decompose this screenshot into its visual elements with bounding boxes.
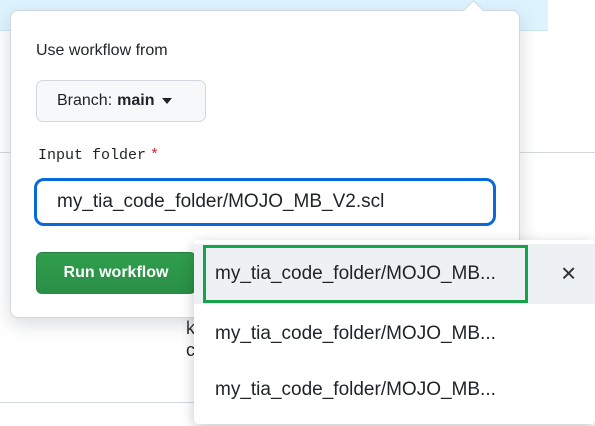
autocomplete-item[interactable]: my_tia_code_folder/MOJO_MB... — [194, 304, 595, 364]
screen: k c Use workflow from Branch: main Input… — [0, 0, 595, 426]
autocomplete-dropdown: my_tia_code_folder/MOJO_MB... ✕ my_tia_c… — [194, 240, 595, 424]
required-marker: * — [150, 147, 160, 164]
autocomplete-item-label: my_tia_code_folder/MOJO_MB... — [215, 323, 496, 344]
input-folder-label: Input folder * — [38, 147, 159, 164]
close-icon[interactable]: ✕ — [560, 262, 577, 287]
input-folder-field[interactable] — [34, 178, 496, 226]
run-workflow-button[interactable]: Run workflow — [36, 252, 196, 294]
branch-name: main — [117, 92, 155, 109]
branch-prefix-label: Branch: — [57, 92, 113, 109]
use-workflow-label: Use workflow from — [36, 42, 168, 59]
triangle-down-icon — [162, 98, 173, 104]
input-folder-label-text: Input folder — [38, 147, 147, 164]
autocomplete-item-label: my_tia_code_folder/MOJO_MB... — [215, 263, 496, 284]
autocomplete-item[interactable]: my_tia_code_folder/MOJO_MB... — [194, 360, 595, 420]
autocomplete-item-label: my_tia_code_folder/MOJO_MB... — [215, 379, 496, 400]
autocomplete-item[interactable]: my_tia_code_folder/MOJO_MB... ✕ — [194, 244, 595, 304]
branch-select-button[interactable]: Branch: main — [36, 80, 206, 122]
